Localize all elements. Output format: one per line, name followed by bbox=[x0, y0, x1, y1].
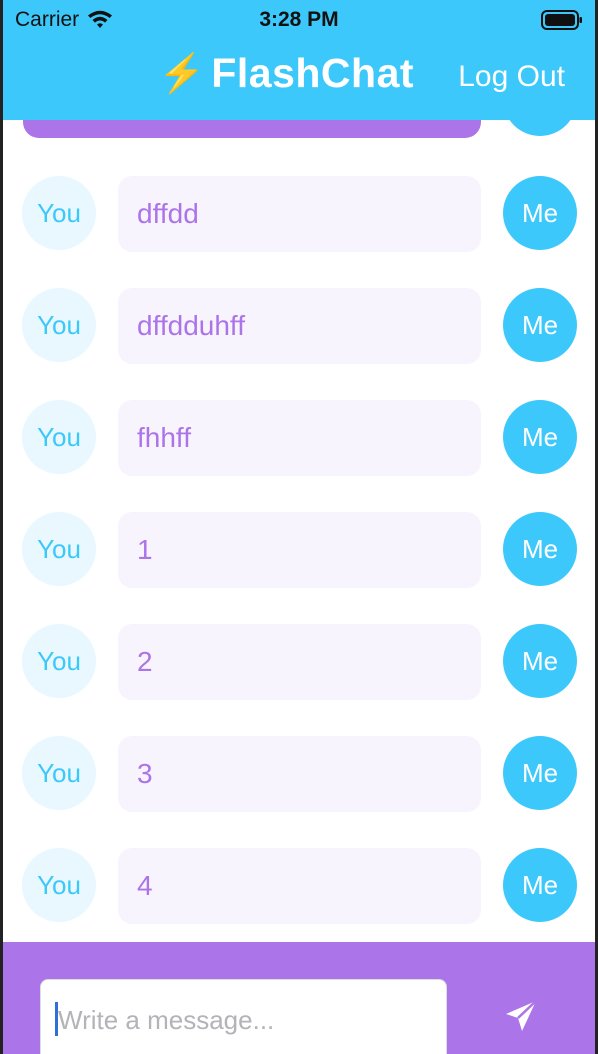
message-row: You fhhff Me bbox=[3, 400, 595, 476]
you-avatar: You bbox=[22, 400, 96, 474]
status-time: 3:28 PM bbox=[259, 8, 339, 31]
app-title: ⚡ FlashChat bbox=[158, 50, 414, 97]
message-row: You dffdd Me bbox=[3, 176, 595, 252]
lightning-icon: ⚡ bbox=[158, 52, 206, 95]
message-bubble: dffdduhff bbox=[118, 288, 481, 364]
message-row: You 3 Me bbox=[3, 736, 595, 812]
message-row: You dffdduhff Me bbox=[3, 288, 595, 364]
message-bubble-partial bbox=[23, 120, 481, 138]
message-bubble: 3 bbox=[118, 736, 481, 812]
message-bubble: 4 bbox=[118, 848, 481, 924]
message-input[interactable]: Write a message... bbox=[40, 979, 447, 1054]
send-icon[interactable] bbox=[503, 998, 539, 1034]
me-avatar: Me bbox=[503, 848, 577, 922]
message-bubble: dffdd bbox=[118, 176, 481, 252]
battery-icon bbox=[541, 10, 582, 30]
me-avatar: Me bbox=[503, 176, 577, 250]
message-composer: Write a message... bbox=[3, 942, 595, 1054]
logout-button[interactable]: Log Out bbox=[458, 60, 565, 94]
you-avatar: You bbox=[22, 288, 96, 362]
me-avatar: Me bbox=[503, 624, 577, 698]
you-avatar: You bbox=[22, 512, 96, 586]
app-title-text: FlashChat bbox=[211, 50, 415, 96]
message-input-placeholder: Write a message... bbox=[58, 1005, 275, 1035]
me-avatar-partial bbox=[503, 120, 577, 136]
me-avatar: Me bbox=[503, 400, 577, 474]
chat-list[interactable]: You dffdd Me You dffdduhff Me You fhhff … bbox=[3, 120, 595, 942]
top-bar: Carrier 3:28 PM ⚡ FlashChat Log Out bbox=[3, 0, 595, 120]
me-avatar: Me bbox=[503, 736, 577, 810]
message-bubble: 2 bbox=[118, 624, 481, 700]
message-row: You 2 Me bbox=[3, 624, 595, 700]
you-avatar: You bbox=[22, 736, 96, 810]
you-avatar: You bbox=[22, 176, 96, 250]
message-row: You 4 Me bbox=[3, 848, 595, 924]
you-avatar: You bbox=[22, 848, 96, 922]
message-bubble: fhhff bbox=[118, 400, 481, 476]
message-bubble: 1 bbox=[118, 512, 481, 588]
you-avatar: You bbox=[22, 624, 96, 698]
message-row: You 1 Me bbox=[3, 512, 595, 588]
me-avatar: Me bbox=[503, 288, 577, 362]
me-avatar: Me bbox=[503, 512, 577, 586]
phone-screen: Carrier 3:28 PM ⚡ FlashChat Log Out You … bbox=[3, 0, 595, 1054]
